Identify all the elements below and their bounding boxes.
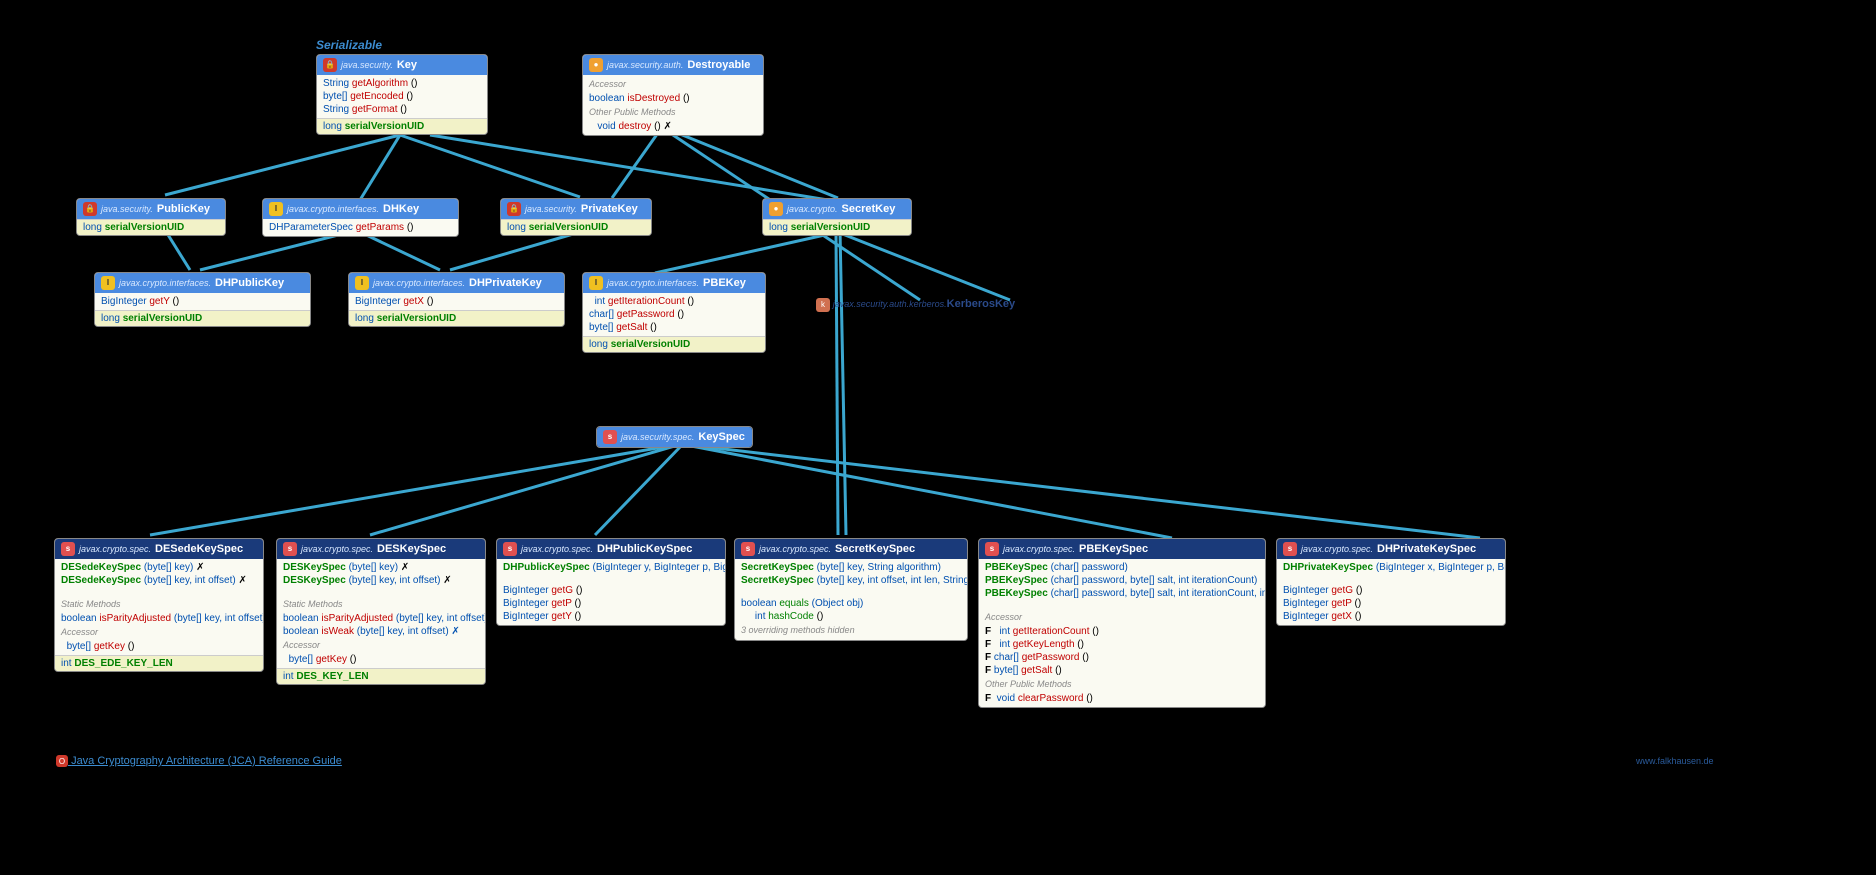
class-publickey: 🔒java.security.PublicKey long serialVers… <box>76 198 226 236</box>
class-dhpublickey: Ijavax.crypto.interfaces.DHPublicKey Big… <box>94 272 311 327</box>
lock-icon: 🔒 <box>507 202 521 216</box>
spec-icon: s <box>741 542 755 556</box>
class-destroyable: ●javax.security.auth.Destroyable Accesso… <box>582 54 764 136</box>
spec-icon: s <box>1283 542 1297 556</box>
class-dhprivspec: sjavax.crypto.spec.DHPrivateKeySpec DHPr… <box>1276 538 1506 626</box>
spec-icon: s <box>503 542 517 556</box>
class-desede: sjavax.crypto.spec.DESedeKeySpec DESedeK… <box>54 538 264 672</box>
serializable-link[interactable]: Serializable <box>316 38 382 52</box>
interface-icon: I <box>589 276 603 290</box>
oracle-icon: O <box>56 755 68 767</box>
class-key: 🔒java.security.Key String getAlgorithm (… <box>316 54 488 135</box>
class-des: sjavax.crypto.spec.DESKeySpec DESKeySpec… <box>276 538 486 685</box>
class-pbekey: Ijavax.crypto.interfaces.PBEKey int getI… <box>582 272 766 353</box>
class-dhprivatekey: Ijavax.crypto.interfaces.DHPrivateKey Bi… <box>348 272 565 327</box>
interface-icon: I <box>101 276 115 290</box>
class-secretkey: ●javax.crypto.SecretKey long serialVersi… <box>762 198 912 236</box>
class-dhkey: Ijavax.crypto.interfaces.DHKey DHParamet… <box>262 198 459 237</box>
class-sks: sjavax.crypto.spec.SecretKeySpec SecretK… <box>734 538 968 641</box>
class-privatekey: 🔒java.security.PrivateKey long serialVer… <box>500 198 652 236</box>
interface-icon: I <box>355 276 369 290</box>
interface-icon: I <box>269 202 283 216</box>
lock-icon: 🔒 <box>323 58 337 72</box>
ball-icon: ● <box>589 58 603 72</box>
spec-icon: s <box>603 430 617 444</box>
spec-icon: s <box>61 542 75 556</box>
spec-icon: s <box>985 542 999 556</box>
lock-icon: 🔒 <box>83 202 97 216</box>
class-dhpubspec: sjavax.crypto.spec.DHPublicKeySpec DHPub… <box>496 538 726 626</box>
jca-link[interactable]: O Java Cryptography Architecture (JCA) R… <box>56 755 342 767</box>
class-pbespec: sjavax.crypto.spec.PBEKeySpec PBEKeySpec… <box>978 538 1266 708</box>
site-link[interactable]: www.falkhausen.de <box>1636 756 1714 766</box>
class-keyspec: sjava.security.spec.KeySpec <box>596 426 753 448</box>
spec-icon: s <box>283 542 297 556</box>
kerb-icon: k <box>816 298 830 312</box>
kerberos-link[interactable]: k javax.security.auth.kerberos.KerberosK… <box>816 298 1015 312</box>
ball-icon: ● <box>769 202 783 216</box>
